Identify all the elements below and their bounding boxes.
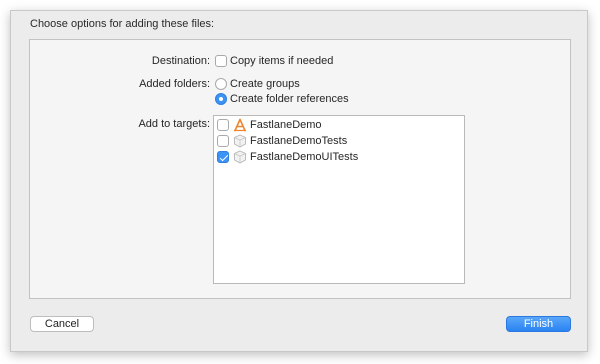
test-bundle-icon xyxy=(234,150,246,164)
add-to-targets-label: Add to targets: xyxy=(138,118,210,130)
copy-items-label[interactable]: Copy items if needed xyxy=(230,55,333,67)
create-groups-label[interactable]: Create groups xyxy=(230,78,300,90)
create-folder-references-radio[interactable] xyxy=(215,93,227,105)
target-checkbox-fastlanedemo[interactable] xyxy=(217,119,229,131)
copy-items-checkbox[interactable] xyxy=(215,55,227,67)
app-target-icon xyxy=(233,118,247,132)
target-name: FastlaneDemo xyxy=(250,119,322,131)
test-bundle-icon xyxy=(234,134,246,148)
create-folder-references-label[interactable]: Create folder references xyxy=(230,93,349,105)
finish-button[interactable]: Finish xyxy=(506,316,571,332)
target-row-fastlanedemouitests[interactable]: FastlaneDemoUITests xyxy=(214,149,464,165)
target-name: FastlaneDemoTests xyxy=(250,135,348,147)
dialog-title: Choose options for adding these files: xyxy=(30,18,215,30)
destination-label: Destination: xyxy=(151,55,210,67)
target-checkbox-fastlanedemotests[interactable] xyxy=(217,135,229,147)
target-row-fastlanedemotests[interactable]: FastlaneDemoTests xyxy=(214,133,464,149)
target-row-fastlanedemo[interactable]: FastlaneDemo xyxy=(214,117,464,133)
target-checkbox-fastlanedemouitests[interactable] xyxy=(217,151,229,163)
target-name: FastlaneDemoUITests xyxy=(250,151,359,163)
targets-list[interactable]: FastlaneDemo FastlaneDemoTests FastlaneD… xyxy=(213,115,465,284)
cancel-button[interactable]: Cancel xyxy=(30,316,94,332)
added-folders-label: Added folders: xyxy=(139,78,210,90)
create-groups-radio[interactable] xyxy=(215,78,227,90)
